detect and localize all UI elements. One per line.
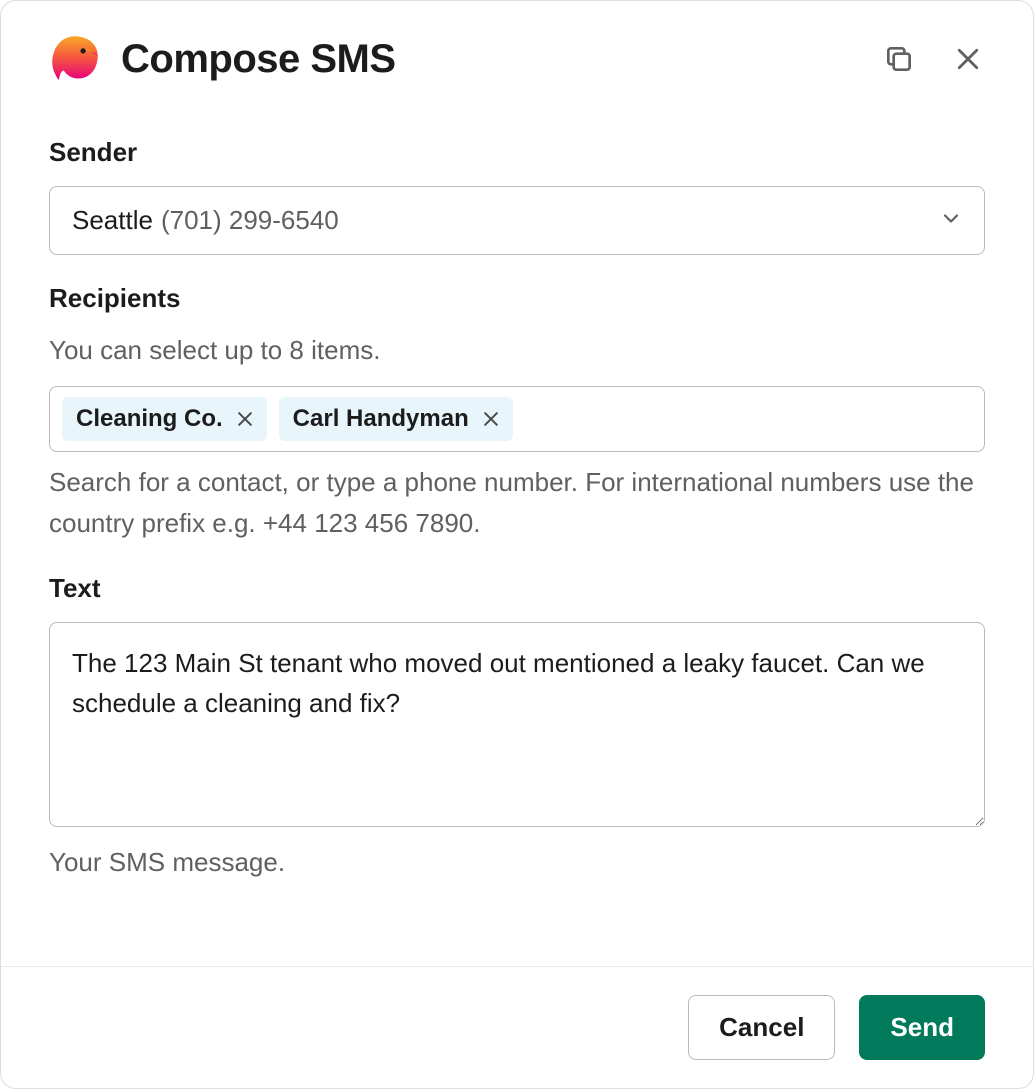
modal-footer: Cancel Send (1, 966, 1033, 1088)
sender-selected-number: (701) 299-6540 (161, 205, 339, 236)
sender-selected-name: Seattle (72, 205, 153, 236)
recipients-field: Recipients You can select up to 8 items.… (49, 283, 985, 545)
modal-header: Compose SMS (1, 1, 1033, 109)
text-field: Text Your SMS message. (49, 573, 985, 884)
recipients-help: Search for a contact, or type a phone nu… (49, 462, 985, 545)
recipient-chip-label: Carl Handyman (293, 405, 469, 433)
header-actions (881, 41, 985, 77)
recipients-input[interactable]: Cleaning Co. Carl Handyman (49, 386, 985, 452)
sender-field: Sender Seattle (701) 299-6540 (49, 137, 985, 255)
recipient-chip-label: Cleaning Co. (76, 405, 223, 433)
cancel-button[interactable]: Cancel (688, 995, 835, 1060)
recipients-label: Recipients (49, 283, 985, 314)
remove-recipient-icon[interactable] (479, 407, 503, 431)
recipient-chip: Cleaning Co. (62, 397, 267, 441)
compose-sms-modal: Compose SMS Sender Seattle (0, 0, 1034, 1089)
message-textarea[interactable] (49, 622, 985, 827)
close-icon[interactable] (951, 42, 985, 76)
send-button[interactable]: Send (859, 995, 985, 1060)
sender-select[interactable]: Seattle (701) 299-6540 (49, 186, 985, 255)
text-label: Text (49, 573, 985, 604)
copy-icon[interactable] (881, 41, 917, 77)
sender-label: Sender (49, 137, 985, 168)
sender-select-wrap: Seattle (701) 299-6540 (49, 186, 985, 255)
modal-title: Compose SMS (121, 37, 861, 82)
modal-body: Sender Seattle (701) 299-6540 Recipients… (1, 109, 1033, 966)
app-logo-icon (49, 33, 101, 85)
text-help: Your SMS message. (49, 842, 985, 884)
recipient-chip: Carl Handyman (279, 397, 513, 441)
remove-recipient-icon[interactable] (233, 407, 257, 431)
recipients-limit-hint: You can select up to 8 items. (49, 332, 985, 370)
